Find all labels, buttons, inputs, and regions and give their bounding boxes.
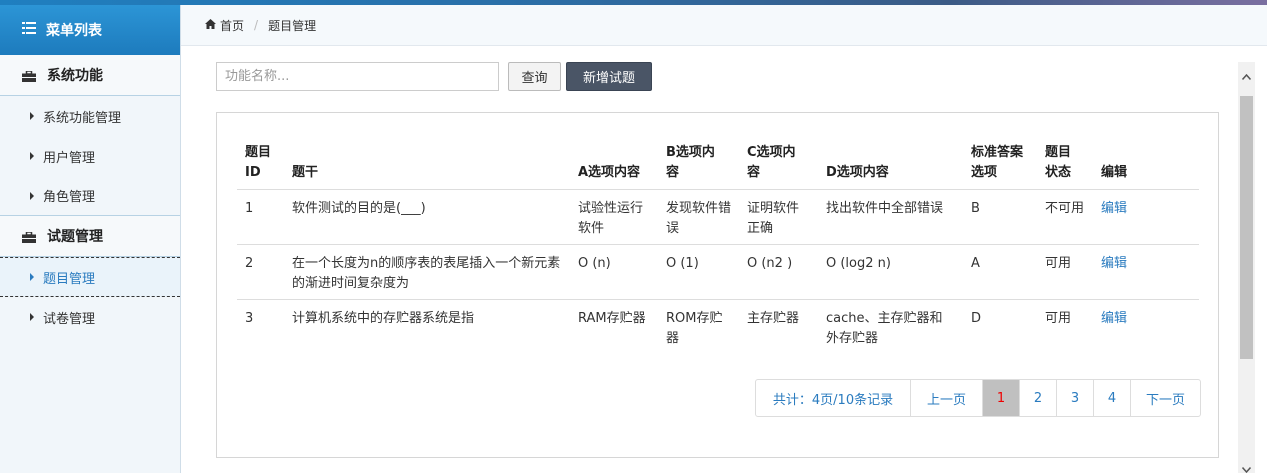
sidebar-item-question-management[interactable]: 题目管理 [0,257,180,297]
column-header-option-c: C选项内容 [739,137,818,190]
cell-option-d: 找出软件中全部错误 [818,189,963,245]
column-header-option-a: A选项内容 [570,137,658,190]
cell-option-d: cache、主存贮器和外存贮器 [826,311,943,346]
pagination-prev[interactable]: 上一页 [910,380,982,416]
sidebar-item-label: 题目管理 [43,271,96,287]
vertical-scrollbar[interactable] [1238,62,1255,473]
cell-option-a: RAM存贮器 [578,311,646,326]
breadcrumb: 首页 / 题目管理 [181,5,1267,46]
column-header-option-d: D选项内容 [818,137,963,190]
sidebar-item-exam-paper[interactable]: 试卷管理 [0,297,180,337]
cell-stem: 软件测试的目的是(___) [284,189,570,245]
breadcrumb-current: 题目管理 [268,18,317,33]
caret-right-icon [30,191,34,200]
sidebar-header-label: 菜单列表 [46,23,102,39]
sidebar-item-label: 系统功能管理 [43,110,122,126]
edit-link[interactable]: 编辑 [1101,311,1127,326]
edit-link[interactable]: 编辑 [1101,201,1127,216]
add-question-button[interactable]: 新增试题 [566,62,652,91]
briefcase-icon [22,70,36,82]
column-header-option-b: B选项内容 [658,137,739,190]
scroll-up-arrow-icon[interactable] [1238,62,1255,92]
cell-status: 可用 [1045,311,1072,326]
cell-option-c: O (n2 ) [739,244,818,300]
sidebar-group-label: 试题管理 [47,229,103,245]
search-input[interactable] [216,62,499,91]
cell-id: 1 [237,189,284,245]
pagination-summary: 共计：4页/10条记录 [772,392,894,408]
cell-option-d: O (log2 n) [818,244,963,300]
table-row: 2 在一个长度为n的顺序表的表尾插入一个新元素的渐进时间复杂度为 O (n) O… [237,244,1199,300]
pagination-page-1[interactable]: 1 [982,380,1019,416]
pagination-page-3[interactable]: 3 [1056,380,1093,416]
pagination-next[interactable]: 下一页 [1130,380,1200,416]
pagination-page-2[interactable]: 2 [1019,380,1056,416]
question-table-panel: 题目 ID 题干 A选项内容 B选项内容 C选项内容 D选项内容 标准答案 选项 题… [216,112,1219,458]
column-header-answer: 标准答案 选项 [963,137,1037,190]
cell-answer: A [963,244,1037,300]
edit-link[interactable]: 编辑 [1101,256,1127,271]
caret-right-icon [30,273,34,281]
cell-option-a: O (n) [570,244,658,300]
cell-status: 可用 [1037,244,1093,300]
column-header-stem: 题干 [284,137,570,190]
sidebar-group-label: 系统功能 [47,68,103,84]
sidebar-item-roles[interactable]: 角色管理 [0,176,180,216]
breadcrumb-separator: / [254,18,259,32]
cell-option-a: 试验性运行软件 [570,189,658,245]
cell-option-c: 主存贮器 [747,311,800,326]
cell-edit: 编辑 [1093,189,1199,245]
cell-answer: D [971,311,982,326]
list-icon [22,22,36,38]
cell-id: 2 [237,244,284,300]
cell-edit: 编辑 [1093,300,1199,355]
table-header-row: 题目 ID 题干 A选项内容 B选项内容 C选项内容 D选项内容 标准答案 选项 题… [237,137,1199,190]
sidebar-item-label: 试卷管理 [43,311,96,327]
question-table: 题目 ID 题干 A选项内容 B选项内容 C选项内容 D选项内容 标准答案 选项 题… [237,137,1199,354]
briefcase-icon [22,231,36,243]
scroll-down-arrow-icon[interactable] [1238,463,1255,473]
table-row: 3 计算机系统中的存贮器系统是指 RAM存贮器 ROM存贮器 主存贮器 cach… [237,300,1199,355]
cell-option-c: 证明软件正确 [739,189,818,245]
cell-id: 3 [245,311,254,326]
column-header-edit: 编辑 [1093,137,1199,190]
cell-stem: 计算机系统中的存贮器系统是指 [292,311,475,326]
column-header-id: 题目 ID [237,137,284,190]
caret-right-icon [30,112,34,120]
cell-option-b: 发现软件错误 [658,189,739,245]
cell-option-b: ROM存贮器 [666,311,723,346]
cell-option-b: O (1) [658,244,739,300]
breadcrumb-home[interactable]: 首页 [220,17,244,34]
sidebar-group-system[interactable]: 系统功能 [0,55,180,96]
sidebar-item-label: 角色管理 [43,190,96,205]
cell-answer: B [963,189,1037,245]
sidebar-item-system-function[interactable]: 系统功能管理 [0,96,180,136]
cell-status: 不可用 [1037,189,1093,245]
column-header-status: 题目 状态 [1037,137,1093,190]
home-icon [205,18,216,32]
cell-edit: 编辑 [1093,244,1199,300]
sidebar: 菜单列表 系统功能 系统功能管理 用户管理 角色管理 试题管理 题目管理 试卷管… [0,5,181,473]
caret-right-icon [30,313,34,321]
table-row: 1 软件测试的目的是(___) 试验性运行软件 发现软件错误 证明软件正确 找出… [237,189,1199,245]
sidebar-item-label: 用户管理 [43,150,96,166]
pagination: 共计：4页/10条记录 上一页 1 2 3 4 下一页 [755,379,1201,417]
sidebar-item-users[interactable]: 用户管理 [0,136,180,176]
query-button[interactable]: 查询 [508,62,561,91]
sidebar-group-questions[interactable]: 试题管理 [0,216,180,257]
caret-right-icon [30,152,34,160]
scroll-thumb[interactable] [1240,96,1253,359]
cell-stem: 在一个长度为n的顺序表的表尾插入一个新元素的渐进时间复杂度为 [284,244,570,300]
sidebar-header: 菜单列表 [0,5,180,55]
pagination-page-4[interactable]: 4 [1093,380,1130,416]
